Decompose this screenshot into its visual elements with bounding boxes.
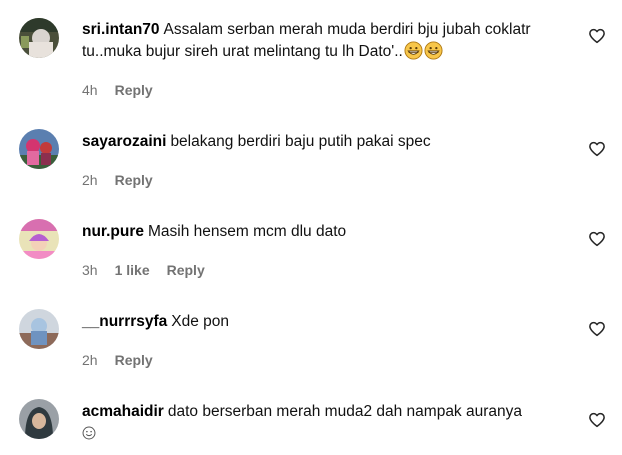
heart-icon[interactable] [588, 230, 606, 248]
avatar[interactable] [19, 309, 59, 349]
comment-username[interactable]: __nurrrsyfa [82, 313, 167, 330]
grinning-face-icon [404, 41, 423, 60]
comment-item: nur.pure Masih hensem mcm dlu dato 3h 1 li… [0, 200, 622, 290]
comment-text: __nurrrsyfa Xde pon [82, 311, 572, 333]
avatar[interactable] [19, 129, 59, 169]
comment-meta: 4h Reply [82, 82, 170, 98]
comment-time: 2h [82, 172, 98, 188]
reply-button[interactable]: Reply [115, 352, 153, 368]
smiling-face-icon [82, 426, 96, 440]
avatar[interactable] [19, 18, 59, 58]
comment-text: nur.pure Masih hensem mcm dlu dato [82, 221, 572, 243]
reply-button[interactable]: Reply [115, 172, 153, 188]
comment-item: acmahaidir dato berserban merah muda2 dah… [0, 380, 622, 455]
comment-item: __nurrrsyfa Xde pon 2h Reply [0, 290, 622, 380]
comment-text: acmahaidir dato berserban merah muda2 dah… [82, 401, 572, 445]
comment-username[interactable]: sri.intan70 [82, 21, 160, 38]
comment-item: sri.intan70 Assalam serban merah muda ber… [0, 0, 622, 110]
comment-time: 4h [82, 82, 98, 98]
comment-username[interactable]: acmahaidir [82, 403, 164, 420]
comment-meta: 2h Reply [82, 352, 170, 368]
comment-username[interactable]: nur.pure [82, 223, 144, 240]
comment-meta: 3h 1 like Reply [82, 262, 222, 278]
comment-meta: 2h Reply [82, 172, 170, 188]
comment-item: sayarozaini belakang berdiri baju putih p… [0, 110, 622, 200]
heart-icon[interactable] [588, 140, 606, 158]
grinning-face-icon [424, 41, 443, 60]
comment-body: belakang berdiri baju putih pakai spec [170, 133, 431, 150]
comment-time: 3h [82, 262, 98, 278]
heart-icon[interactable] [588, 411, 606, 429]
comment-username[interactable]: sayarozaini [82, 133, 166, 150]
heart-icon[interactable] [588, 320, 606, 338]
avatar[interactable] [19, 219, 59, 259]
avatar[interactable] [19, 399, 59, 439]
comment-text: sri.intan70 Assalam serban merah muda ber… [82, 19, 572, 63]
reply-button[interactable]: Reply [167, 262, 205, 278]
comment-body: dato berserban merah muda2 dah nampak au… [167, 403, 523, 420]
reply-button[interactable]: Reply [115, 82, 153, 98]
comment-body: Xde pon [171, 313, 230, 330]
comment-time: 2h [82, 352, 98, 368]
heart-icon[interactable] [588, 27, 606, 45]
like-count[interactable]: 1 like [115, 262, 150, 278]
comment-text: sayarozaini belakang berdiri baju putih p… [82, 131, 572, 153]
comment-body: Masih hensem mcm dlu dato [148, 223, 347, 240]
